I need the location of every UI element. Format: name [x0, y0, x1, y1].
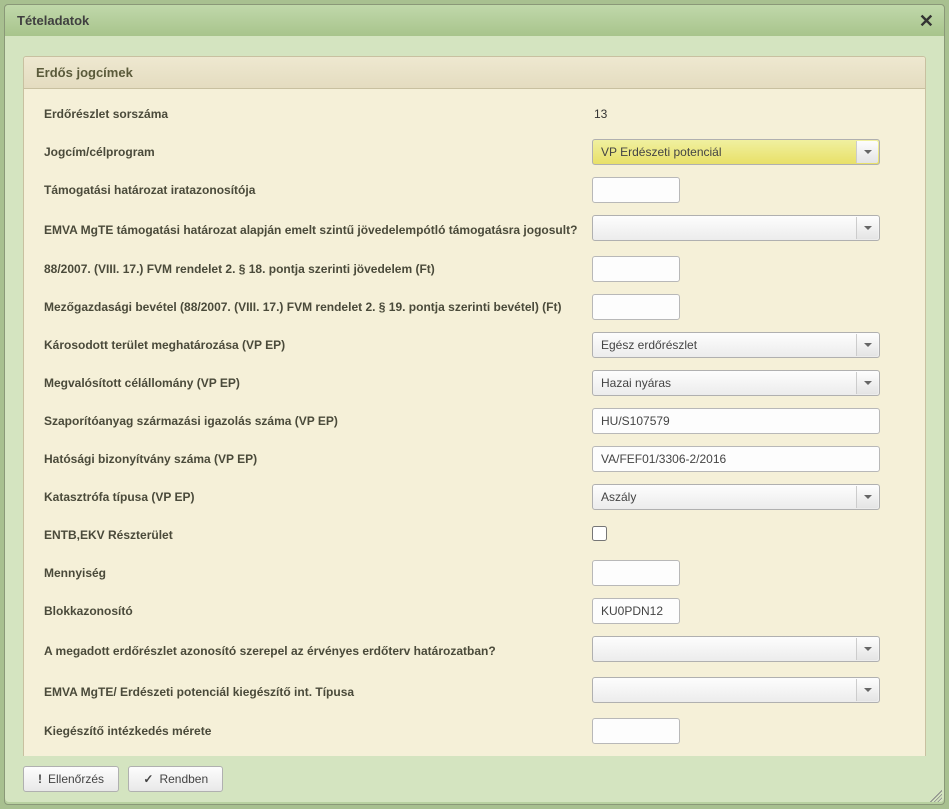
exclaim-icon	[38, 772, 42, 786]
input-jov88[interactable]	[592, 256, 680, 282]
dialog-footer: Ellenőrzés Rendben	[5, 756, 944, 802]
label-karos: Károsodott terület meghatározása (VP EP)	[44, 338, 592, 352]
row-erv-hatarozat: A megadott erdőrészlet azonosító szerepe…	[44, 636, 905, 665]
row-emva-emelt: EMVA MgTE támogatási határozat alapján e…	[44, 215, 905, 244]
input-mezobev[interactable]	[592, 294, 680, 320]
resize-grip-icon[interactable]	[930, 790, 942, 802]
row-sorszam: Erdőrészlet sorszáma 13	[44, 101, 905, 127]
value-sorszam: 13	[592, 107, 607, 121]
label-kieg-tipus: EMVA MgTE/ Erdészeti potenciál kiegészít…	[44, 685, 592, 699]
select-karos[interactable]: Egész erdőrészlet	[592, 332, 880, 358]
panel-body: Erdőrészlet sorszáma 13 Jogcím/célprogra…	[24, 89, 925, 756]
dialog-header: Tételadatok ✕	[5, 5, 944, 36]
label-sorszam: Erdőrészlet sorszáma	[44, 107, 592, 121]
label-blokk: Blokkazonosító	[44, 604, 592, 618]
select-emva-emelt[interactable]	[592, 215, 880, 244]
ok-button[interactable]: Rendben	[128, 766, 223, 792]
select-erv-hatarozat-value	[592, 636, 880, 662]
row-mezobev: Mezőgazdasági bevétel (88/2007. (VIII. 1…	[44, 294, 905, 320]
row-mennyiseg: Mennyiség	[44, 560, 905, 586]
dialog-title: Tételadatok	[17, 13, 89, 28]
dialog: Tételadatok ✕ Erdős jogcímek Erdőrészlet…	[4, 4, 945, 805]
row-karos: Károsodott terület meghatározása (VP EP)…	[44, 332, 905, 358]
label-jogcim: Jogcím/célprogram	[44, 145, 592, 159]
select-katasztrofa[interactable]: Aszály	[592, 484, 880, 510]
row-celall: Megvalósított célállomány (VP EP) Hazai …	[44, 370, 905, 396]
input-hatosagi[interactable]	[592, 446, 880, 472]
label-mennyiseg: Mennyiség	[44, 566, 592, 580]
label-kieg-meret: Kiegészítő intézkedés mérete	[44, 724, 592, 738]
check-button-label: Ellenőrzés	[48, 772, 104, 786]
row-blokk: Blokkazonosító	[44, 598, 905, 624]
ok-button-label: Rendben	[159, 772, 208, 786]
label-entb: ENTB,EKV Részterület	[44, 528, 592, 542]
select-erv-hatarozat[interactable]	[592, 636, 880, 665]
row-tamhat: Támogatási határozat iratazonosítója	[44, 177, 905, 203]
select-emva-emelt-value	[592, 215, 880, 241]
row-kieg-meret: Kiegészítő intézkedés mérete	[44, 718, 905, 744]
dialog-body: Erdős jogcímek Erdőrészlet sorszáma 13 J…	[5, 36, 944, 756]
panel-erdos: Erdős jogcímek Erdőrészlet sorszáma 13 J…	[23, 56, 926, 756]
select-celall-value: Hazai nyáras	[592, 370, 880, 396]
input-tamhat[interactable]	[592, 177, 680, 203]
select-jogcim-value: VP Erdészeti potenciál	[592, 139, 880, 165]
select-celall[interactable]: Hazai nyáras	[592, 370, 880, 396]
select-kieg-tipus-value	[592, 677, 880, 703]
label-emva-emelt: EMVA MgTE támogatási határozat alapján e…	[44, 223, 592, 237]
select-jogcim[interactable]: VP Erdészeti potenciál	[592, 139, 880, 165]
row-hatosagi: Hatósági bizonyítvány száma (VP EP)	[44, 446, 905, 472]
label-celall: Megvalósított célállomány (VP EP)	[44, 376, 592, 390]
close-icon[interactable]: ✕	[919, 11, 934, 32]
row-szaporito: Szaporítóanyag származási igazolás száma…	[44, 408, 905, 434]
input-kieg-meret[interactable]	[592, 718, 680, 744]
label-erv-hatarozat: A megadott erdőrészlet azonosító szerepe…	[44, 644, 592, 658]
select-kieg-tipus[interactable]	[592, 677, 880, 706]
row-jogcim: Jogcím/célprogram VP Erdészeti potenciál	[44, 139, 905, 165]
check-button[interactable]: Ellenőrzés	[23, 766, 119, 792]
row-kieg-tipus: EMVA MgTE/ Erdészeti potenciál kiegészít…	[44, 677, 905, 706]
select-katasztrofa-value: Aszály	[592, 484, 880, 510]
label-jov88: 88/2007. (VIII. 17.) FVM rendelet 2. § 1…	[44, 262, 592, 276]
label-hatosagi: Hatósági bizonyítvány száma (VP EP)	[44, 452, 592, 466]
input-szaporito[interactable]	[592, 408, 880, 434]
input-mennyiseg[interactable]	[592, 560, 680, 586]
select-karos-value: Egész erdőrészlet	[592, 332, 880, 358]
label-katasztrofa: Katasztrófa típusa (VP EP)	[44, 490, 592, 504]
row-jov88: 88/2007. (VIII. 17.) FVM rendelet 2. § 1…	[44, 256, 905, 282]
checkbox-entb[interactable]	[592, 526, 607, 541]
check-icon	[143, 772, 153, 786]
row-entb: ENTB,EKV Részterület	[44, 522, 905, 548]
label-szaporito: Szaporítóanyag származási igazolás száma…	[44, 414, 592, 428]
row-katasztrofa: Katasztrófa típusa (VP EP) Aszály	[44, 484, 905, 510]
input-blokk[interactable]	[592, 598, 680, 624]
label-tamhat: Támogatási határozat iratazonosítója	[44, 183, 592, 197]
label-mezobev: Mezőgazdasági bevétel (88/2007. (VIII. 1…	[44, 300, 592, 314]
panel-title: Erdős jogcímek	[24, 57, 925, 89]
